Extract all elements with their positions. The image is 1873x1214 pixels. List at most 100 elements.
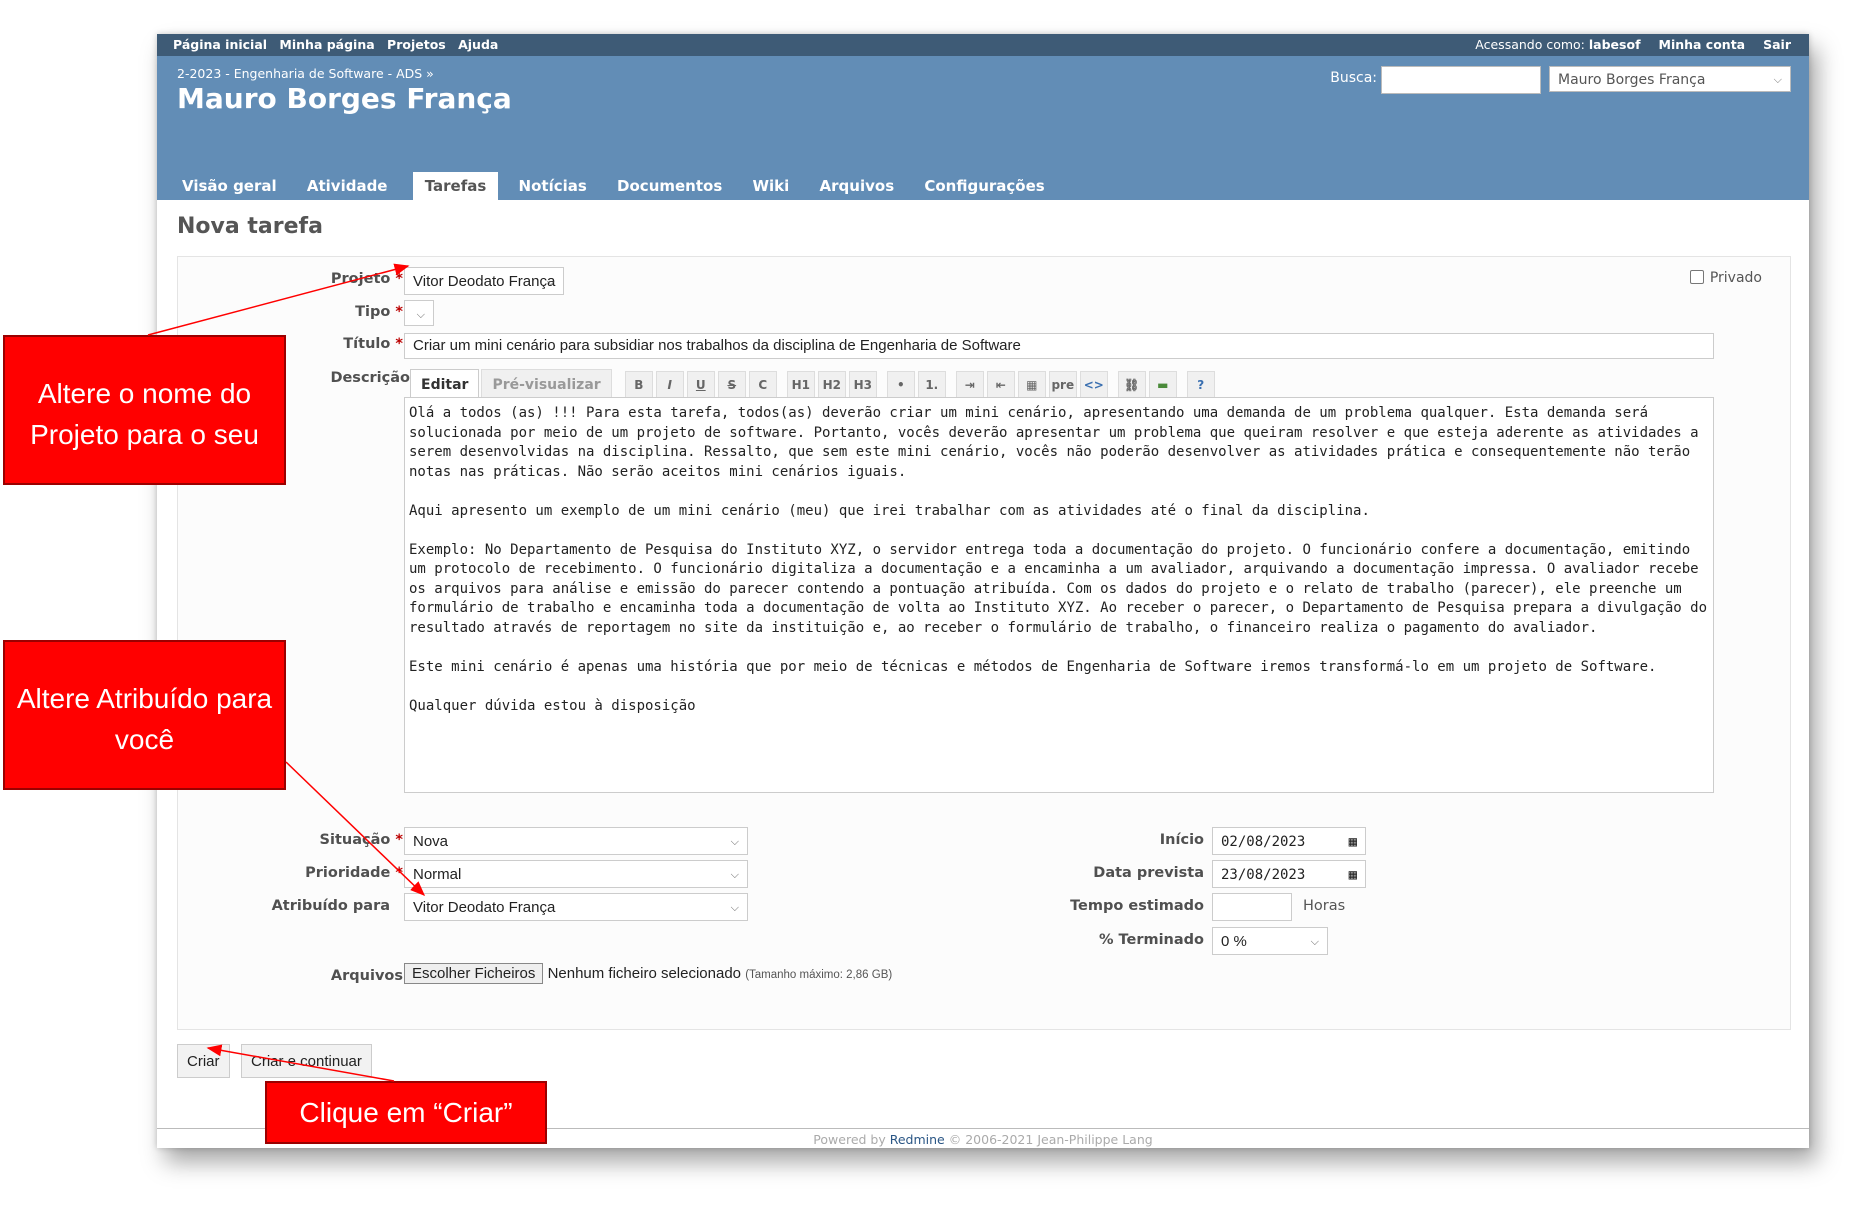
footer-powered-text: Powered by	[813, 1132, 886, 1147]
project-select[interactable]: Vitor Deodato França ⌵	[404, 267, 564, 295]
issue-form: Projeto * Vitor Deodato França ⌵ Privado…	[177, 256, 1791, 1030]
chevron-down-icon: ⌵	[1773, 73, 1782, 86]
start-date-input[interactable]: 02/08/2023 ▦	[1212, 827, 1366, 855]
h3-button[interactable]: H3	[848, 371, 877, 399]
header: 2-2023 - Engenharia de Software - ADS » …	[157, 56, 1809, 200]
h2-button[interactable]: H2	[817, 371, 846, 399]
menu-home-link[interactable]: Página inicial	[173, 37, 267, 52]
logged-as-label: Acessando como:	[1475, 37, 1585, 52]
tab-wiki[interactable]: Wiki	[748, 172, 800, 200]
description-paragraph: Olá a todos (as) !!! Para esta tarefa, t…	[409, 405, 1708, 480]
assignee-value: Vitor Deodato França	[413, 899, 556, 916]
menu-projects-link[interactable]: Projetos	[387, 37, 446, 52]
logged-user-link[interactable]: labesof	[1589, 37, 1641, 52]
start-date-label: Início	[1159, 832, 1204, 848]
bold-button[interactable]: B	[624, 371, 653, 399]
status-select[interactable]: Nova ⌵	[404, 827, 748, 855]
code-tag-button[interactable]: <>	[1079, 371, 1108, 399]
table-button[interactable]: ▦	[1017, 371, 1046, 399]
main-tabs: Visão geral Atividade Tarefas Notícias D…	[177, 172, 1065, 200]
tab-files[interactable]: Arquivos	[815, 172, 905, 200]
annotation-assignee-note: Altere Atribuído para você	[3, 640, 286, 790]
edit-tab[interactable]: Editar	[410, 369, 480, 398]
project-jump-select[interactable]: Mauro Borges França ⌵	[1549, 66, 1791, 92]
tracker-label: Tipo *	[355, 304, 403, 320]
menu-my-page-link[interactable]: Minha página	[279, 37, 374, 52]
estimated-time-label: Tempo estimado	[1070, 898, 1204, 914]
estimated-time-input[interactable]	[1212, 893, 1292, 921]
numbered-list-button[interactable]: 1.	[917, 371, 946, 399]
create-continue-button[interactable]: Criar e continuar	[241, 1044, 372, 1078]
italic-button[interactable]: I	[655, 371, 684, 399]
done-ratio-value: 0 %	[1221, 933, 1247, 950]
image-button[interactable]: ▬	[1148, 371, 1177, 399]
code-button[interactable]: C	[748, 371, 777, 399]
tab-documents[interactable]: Documentos	[612, 172, 732, 200]
outdent-button[interactable]: ⇤	[986, 371, 1015, 399]
due-date-label: Data prevista	[1093, 865, 1204, 881]
start-date-value: 02/08/2023	[1221, 834, 1306, 850]
chevron-down-icon: ⌵	[1310, 936, 1319, 948]
description-label: Descrição	[330, 370, 410, 386]
chevron-down-icon: ⌵	[730, 902, 739, 914]
assignee-select[interactable]: Vitor Deodato França ⌵	[404, 893, 748, 921]
indent-button[interactable]: ⇥	[955, 371, 984, 399]
done-ratio-select[interactable]: 0 % ⌵	[1212, 927, 1328, 955]
link-button[interactable]: ⛓	[1117, 371, 1146, 399]
priority-value: Normal	[413, 866, 462, 883]
files-label: Arquivos	[330, 968, 403, 984]
redmine-link[interactable]: Redmine	[890, 1132, 945, 1147]
screenshot-frame: Página inicial Minha página Projetos Aju…	[157, 34, 1809, 1148]
underline-button[interactable]: U	[686, 371, 715, 399]
tab-issues[interactable]: Tarefas	[412, 172, 499, 200]
help-icon[interactable]: ?	[1186, 371, 1215, 399]
no-file-text: Nenhum ficheiro selecionado	[547, 965, 742, 982]
preview-tab[interactable]: Pré-visualizar	[481, 369, 612, 399]
editor-toolbar: Editar Pré-visualizar B I U S C H1 H2 H3 • 1. ⇥ ⇤ ▦ pr…	[410, 369, 1218, 399]
hours-label: Horas	[1303, 898, 1346, 914]
due-date-value: 23/08/2023	[1221, 867, 1306, 883]
description-paragraph: Exemplo: No Departamento de Pesquisa do …	[409, 541, 1716, 636]
calendar-icon[interactable]: ▦	[1349, 861, 1357, 889]
chevron-down-icon: ⌵	[416, 309, 425, 321]
create-button[interactable]: Criar	[177, 1044, 230, 1078]
calendar-icon[interactable]: ▦	[1349, 828, 1357, 856]
choose-files-button[interactable]: Escolher Ficheiros	[404, 963, 544, 984]
my-account-link[interactable]: Minha conta	[1659, 37, 1746, 52]
chevron-down-icon: ⌵	[546, 276, 555, 288]
page-title: Nova tarefa	[177, 214, 323, 239]
bullet-list-button[interactable]: •	[886, 371, 915, 399]
description-textarea[interactable]: Olá a todos (as) !!! Para esta tarefa, t…	[404, 397, 1714, 793]
tab-activity[interactable]: Atividade	[302, 172, 398, 200]
tracker-select[interactable]: ⌵	[404, 300, 434, 326]
project-title: Mauro Borges França	[177, 82, 512, 115]
annotation-project-note: Altere o nome do Projeto para o seu	[3, 335, 286, 485]
strike-button[interactable]: S	[717, 371, 746, 399]
h1-button[interactable]: H1	[786, 371, 815, 399]
private-checkbox[interactable]	[1689, 270, 1704, 284]
description-paragraph: Este mini cenário é apenas uma história …	[409, 658, 1657, 675]
pre-button[interactable]: pre	[1048, 371, 1077, 399]
search-input[interactable]	[1381, 66, 1541, 94]
menu-help-link[interactable]: Ajuda	[458, 37, 498, 52]
done-ratio-label: % Terminado	[1098, 932, 1204, 948]
chevron-down-icon: ⌵	[730, 869, 739, 881]
tab-overview[interactable]: Visão geral	[177, 172, 287, 200]
subject-label: Título *	[343, 336, 403, 352]
tab-settings[interactable]: Configurações	[919, 172, 1054, 200]
project-label: Projeto *	[330, 271, 403, 287]
project-jump-value: Mauro Borges França	[1558, 72, 1706, 88]
logout-link[interactable]: Sair	[1763, 37, 1791, 52]
priority-label: Prioridade *	[305, 865, 403, 881]
priority-select[interactable]: Normal ⌵	[404, 860, 748, 888]
description-paragraph: Aqui apresento um exemplo de um mini cen…	[409, 502, 1370, 519]
due-date-input[interactable]: 23/08/2023 ▦	[1212, 860, 1366, 888]
assignee-label: Atribuído para	[271, 898, 390, 914]
tab-news[interactable]: Notícias	[514, 172, 597, 200]
status-label: Situação *	[319, 832, 403, 848]
footer-copyright: © 2006-2021 Jean-Philippe Lang	[948, 1132, 1153, 1147]
subject-input[interactable]: Criar um mini cenário para subsidiar nos…	[404, 333, 1714, 359]
breadcrumb[interactable]: 2-2023 - Engenharia de Software - ADS »	[177, 66, 434, 81]
private-option[interactable]: Privado	[1689, 270, 1762, 286]
search-label: Busca:	[1330, 70, 1377, 86]
